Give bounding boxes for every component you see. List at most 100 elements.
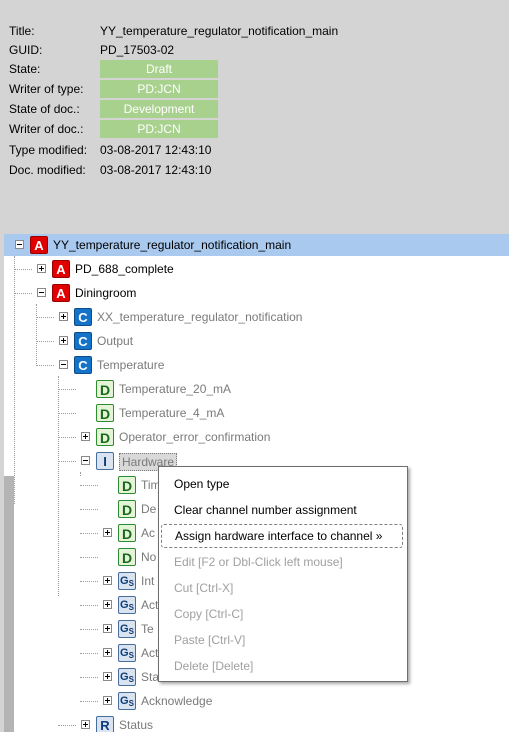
menu-item-open-type[interactable]: Open type [161,472,403,496]
tree-node-label: Diningroom [75,286,137,300]
tree-node-label: No [141,550,157,564]
tree-node-operator-error-confirmation[interactable]: D Operator_error_confirmation [4,426,509,448]
property-value-badge: Development [100,100,218,118]
property-label: Title: [9,24,35,38]
group-signal-icon: GS [118,692,136,710]
property-label: Doc. modified: [9,163,86,177]
tree-node-label: XX_temperature_regulator_notification [97,310,303,324]
menu-item-assign-hardware-interface-to-channel[interactable]: Assign hardware interface to channel » [161,524,403,548]
data-icon: D [118,500,136,518]
tree-node-xx-temperature-regulator-notification[interactable]: C XX_temperature_regulator_notification [4,306,509,328]
menu-item-paste: Paste [Ctrl-V] [174,633,246,647]
property-row-title: Title: YY_temperature_regulator_notificat… [9,22,489,40]
expand-icon[interactable] [103,576,112,585]
tree-node-label: YY_temperature_regulator_notification_ma… [53,238,292,252]
tree-node-label: Act [141,646,159,660]
tree-node-label: PD_688_complete [75,262,174,276]
menu-item-clear-channel-number-assignment[interactable]: Clear channel number assignment [161,498,403,522]
data-icon: D [96,380,114,398]
tree-node-temperature-4-ma[interactable]: D Temperature_4_mA [4,402,509,424]
context-menu: Open type Clear channel number assignment… [158,466,408,682]
data-icon: D [96,404,114,422]
application-icon: A [30,236,48,254]
property-value: 03-08-2017 12:43:10 [100,163,212,177]
application-icon: A [52,284,70,302]
expand-icon[interactable] [37,264,46,273]
property-label: State: [9,62,41,76]
interface-icon: I [96,452,114,470]
tree-node-label: Te [141,622,154,636]
tree-node-status[interactable]: R Status [4,714,509,732]
component-icon: C [74,356,92,374]
group-signal-icon: GS [118,668,136,686]
property-value-badge: PD:JCN [100,80,218,98]
tree-node-pd-688-complete[interactable]: A PD_688_complete [4,258,509,280]
property-row-type-modified: Type modified: 03-08-2017 12:43:10 [9,141,489,159]
collapse-icon[interactable] [81,456,90,465]
expand-icon[interactable] [59,336,68,345]
expand-icon[interactable] [59,312,68,321]
component-icon: C [74,308,92,326]
tree-node-label: Temperature [97,358,165,372]
property-row-writer-of-doc: Writer of doc.: PD:JCN [9,120,489,138]
property-value: 03-08-2017 12:43:10 [100,143,212,157]
property-value-badge: PD:JCN [100,120,218,138]
menu-item-delete: Delete [Delete] [174,659,254,673]
tree-node-yy-temperature-regulator-notification-main[interactable]: A YY_temperature_regulator_notification_m… [4,234,509,256]
expand-icon[interactable] [103,648,112,657]
expand-icon[interactable] [103,672,112,681]
tree-node-label: Ac [141,526,156,540]
data-icon: D [118,548,136,566]
record-icon: R [96,716,114,732]
menu-item-cut: Cut [Ctrl-X] [174,581,234,595]
property-label: Type modified: [9,143,88,157]
data-icon: D [118,476,136,494]
tree-scrollbar-thumb[interactable] [4,476,14,732]
tree-node-label: Operator_error_confirmation [119,430,271,444]
property-row-doc-modified: Doc. modified: 03-08-2017 12:43:10 [9,161,489,179]
group-signal-icon: GS [118,572,136,590]
property-value: YY_temperature_regulator_notification_ma… [100,24,339,38]
collapse-icon[interactable] [59,360,68,369]
tree-node-label: Int [141,574,155,588]
expand-icon[interactable] [103,696,112,705]
menu-item-copy: Copy [Ctrl-C] [174,607,244,621]
collapse-icon[interactable] [15,240,24,249]
property-label: GUID: [9,43,43,57]
properties-panel: Title: YY_temperature_regulator_notificat… [0,0,509,230]
data-icon: D [96,428,114,446]
property-label: Writer of doc.: [9,122,84,136]
tree-node-label: Act [141,598,159,612]
tree-node-output[interactable]: C Output [4,330,509,352]
tree-node-label: Output [97,334,134,348]
property-label: Writer of type: [9,82,84,96]
property-row-state-of-doc: State of doc.: Development [9,100,489,118]
data-icon: D [118,524,136,542]
tree-node-acknowledge[interactable]: GS Acknowledge [4,690,509,712]
application-icon: A [52,260,70,278]
expand-icon[interactable] [81,432,90,441]
collapse-icon[interactable] [37,288,46,297]
property-row-writer-of-type: Writer of type: PD:JCN [9,80,489,98]
tree-node-diningroom[interactable]: A Diningroom [4,282,509,304]
expand-icon[interactable] [103,600,112,609]
tree-node-label: Status [119,718,154,732]
tree-node-label: Acknowledge [141,694,213,708]
property-value: PD_17503-02 [100,43,175,57]
group-signal-icon: GS [118,620,136,638]
tree-node-label: De [141,502,157,516]
property-row-guid: GUID: PD_17503-02 [9,41,489,59]
group-signal-icon: GS [118,644,136,662]
menu-item-edit: Edit [F2 or Dbl-Click left mouse] [174,555,343,569]
tree-node-temperature-20-ma[interactable]: D Temperature_20_mA [4,378,509,400]
property-label: State of doc.: [9,102,80,116]
expand-icon[interactable] [103,528,112,537]
tree-node-label: Temperature_4_mA [119,406,225,420]
tree-node-temperature[interactable]: C Temperature [4,354,509,376]
component-icon: C [74,332,92,350]
property-value-badge: Draft [100,60,218,78]
expand-icon[interactable] [103,624,112,633]
property-row-state: State: Draft [9,60,489,78]
expand-icon[interactable] [81,720,90,729]
group-signal-icon: GS [118,596,136,614]
